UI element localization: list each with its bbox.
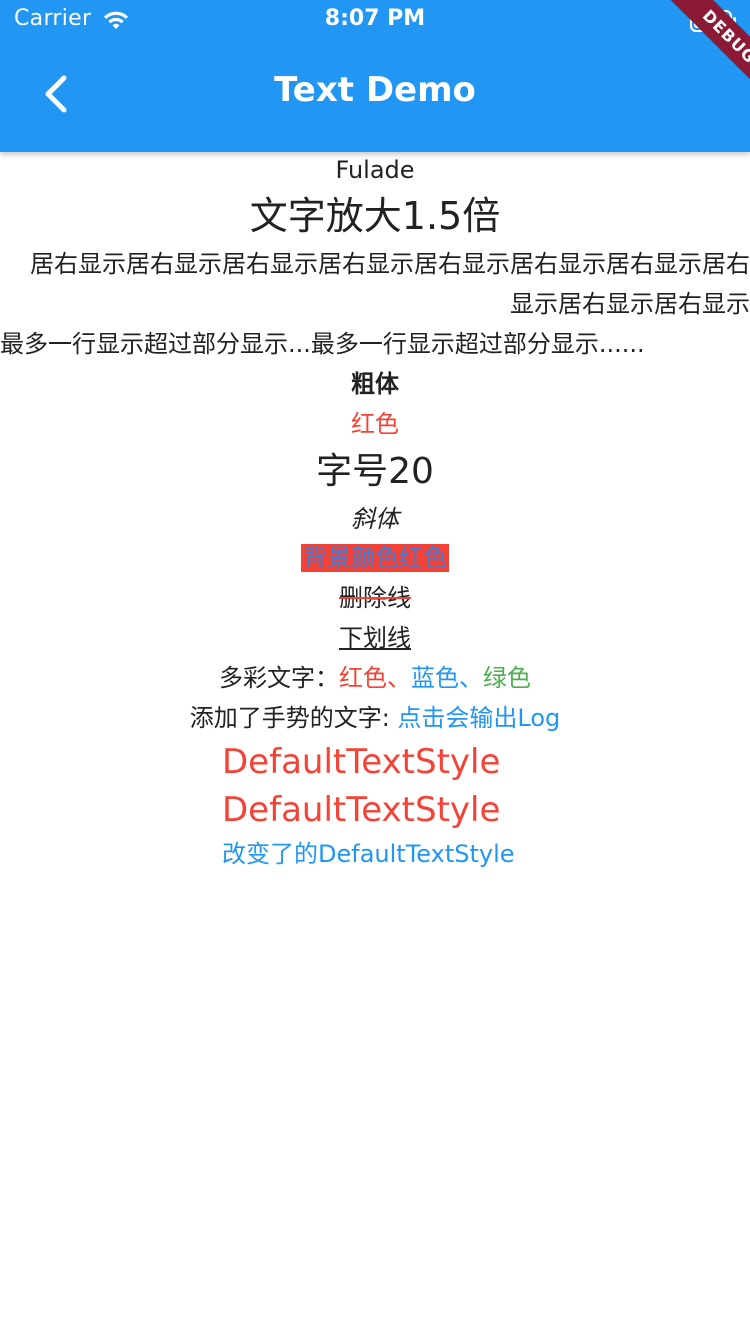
debug-label: DEBUG <box>658 0 750 108</box>
screen: Carrier 8:07 PM Text Demo DEBUG Fulade 文… <box>0 0 750 1334</box>
text-strikethrough: 删除线 <box>339 584 411 612</box>
text-red: 红色 <box>351 410 399 438</box>
text-scale-factor: 文字放大1.5倍 <box>249 194 501 238</box>
gesture-text-link[interactable]: 点击会输出Log <box>397 704 560 732</box>
changed-default-text-style: 改变了的DefaultTextStyle <box>222 840 515 868</box>
text-fulade: Fulade <box>335 156 415 184</box>
text-underline: 下划线 <box>339 624 411 652</box>
text-align-right: 居右显示居右显示居右显示居右显示居右显示居右显示居右显示居右显示居右显示居右显示 <box>30 250 750 318</box>
rich-text-sep-1: 、 <box>387 664 411 692</box>
rich-text-sep-2: 、 <box>459 664 483 692</box>
rich-text-prefix: 多彩文字： <box>219 664 339 692</box>
rich-text-red: 红色 <box>339 664 387 692</box>
text-max-lines: 最多一行显示超过部分显示...最多一行显示超过部分显示...... <box>0 330 645 358</box>
content: Fulade 文字放大1.5倍 居右显示居右显示居右显示居右显示居右显示居右显示… <box>0 152 750 874</box>
text-bold: 粗体 <box>351 370 399 398</box>
gesture-text: 添加了手势的文字: 点击会输出Log <box>0 698 750 738</box>
text-font-size: 字号20 <box>316 451 434 492</box>
rich-text: 多彩文字：红色、蓝色、绿色 <box>0 658 750 698</box>
text-background-row: 背景颜色红色 <box>0 538 750 578</box>
debug-banner: DEBUG <box>630 0 750 120</box>
default-text-style-1: DefaultTextStyle <box>222 742 501 782</box>
text-background: 背景颜色红色 <box>301 544 449 572</box>
rich-text-blue: 蓝色 <box>411 664 459 692</box>
default-text-style-2: DefaultTextStyle <box>222 790 501 830</box>
text-italic: 斜体 <box>351 505 399 533</box>
rich-text-green: 绿色 <box>483 664 531 692</box>
gesture-text-prefix: 添加了手势的文字: <box>189 704 398 732</box>
